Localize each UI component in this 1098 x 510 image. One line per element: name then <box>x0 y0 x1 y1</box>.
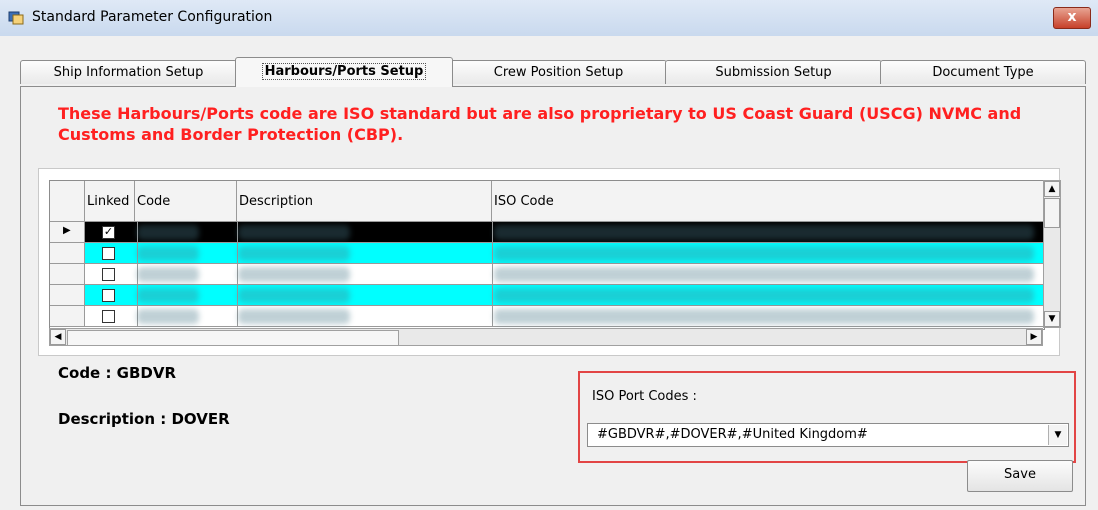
row-selector[interactable] <box>50 243 85 264</box>
redacted-cell-text <box>238 288 350 303</box>
redacted-cell-text <box>238 309 350 324</box>
redacted-cell-text <box>494 309 1034 324</box>
tab-submission[interactable]: Submission Setup <box>665 60 882 84</box>
iso-port-codes-dropdown[interactable]: #GBDVR#,#DOVER#,#United Kingdom# ▼ <box>587 423 1069 447</box>
iso-warning-text: These Harbours/Ports code are ISO standa… <box>58 104 1022 144</box>
tab-label: Submission Setup <box>715 65 832 80</box>
scroll-left-icon[interactable]: ◀ <box>50 329 66 345</box>
tab-label: Crew Position Setup <box>493 65 624 80</box>
redacted-cell-text <box>238 246 350 261</box>
scroll-down-icon[interactable]: ▼ <box>1044 311 1060 327</box>
linked-checkbox[interactable] <box>102 247 115 260</box>
iso-port-codes-value: #GBDVR#,#DOVER#,#United Kingdom# <box>597 427 868 442</box>
tab-label: Document Type <box>932 65 1034 80</box>
scroll-thumb[interactable] <box>1044 198 1060 228</box>
column-divider <box>492 243 493 264</box>
column-divider <box>492 306 493 327</box>
iso-port-codes-highlight <box>578 371 1076 463</box>
column-divider <box>492 264 493 285</box>
table-row[interactable]: ▶ ✓ <box>50 222 1044 243</box>
table-row[interactable] <box>50 243 1044 264</box>
redacted-cell-text <box>494 246 1034 261</box>
tab-strip: Ship Information Setup Harbours/Ports Se… <box>20 57 1086 87</box>
row-selector[interactable] <box>50 285 85 306</box>
chevron-down-icon[interactable]: ▼ <box>1048 425 1067 445</box>
vertical-scrollbar[interactable]: ▲ ▼ <box>1043 180 1061 328</box>
linked-checkbox[interactable] <box>102 310 115 323</box>
selected-code: Code : GBDVR <box>58 364 177 382</box>
redacted-cell-text <box>137 309 199 324</box>
title-bar: Standard Parameter Configuration x <box>0 0 1098 37</box>
tab-crew-position[interactable]: Crew Position Setup <box>450 60 667 84</box>
tab-ship-information[interactable]: Ship Information Setup <box>20 60 237 84</box>
redacted-cell-text <box>137 267 199 282</box>
column-header-code[interactable]: Code <box>135 181 237 222</box>
linked-checkbox[interactable] <box>102 289 115 302</box>
current-row-pointer-icon: ▶ <box>63 225 71 236</box>
iso-port-codes-label: ISO Port Codes : <box>592 389 697 404</box>
redacted-cell-text <box>137 225 199 240</box>
window-title: Standard Parameter Configuration <box>32 9 273 25</box>
table-row[interactable] <box>50 264 1044 285</box>
redacted-cell-text <box>494 288 1034 303</box>
tab-document-type[interactable]: Document Type <box>880 60 1086 84</box>
horizontal-scrollbar[interactable]: ◀ ▶ <box>49 328 1043 346</box>
standard-parameter-window: Standard Parameter Configuration x Ship … <box>0 0 1098 510</box>
column-divider <box>492 222 493 243</box>
redacted-cell-text <box>494 225 1034 240</box>
redacted-cell-text <box>137 246 199 261</box>
column-header-linked[interactable]: Linked <box>85 181 135 222</box>
row-selector[interactable]: ▶ <box>50 222 85 243</box>
save-button[interactable]: Save <box>967 460 1073 492</box>
horizontal-scroll-thumb[interactable] <box>67 330 399 346</box>
scroll-up-icon[interactable]: ▲ <box>1044 181 1060 197</box>
close-button[interactable]: x <box>1053 7 1091 29</box>
redacted-cell-text <box>494 267 1034 282</box>
tab-label: Ship Information Setup <box>53 65 204 80</box>
tab-harbours-ports[interactable]: Harbours/Ports Setup <box>235 57 453 87</box>
column-divider <box>492 285 493 306</box>
row-selector[interactable] <box>50 306 85 327</box>
linked-checkbox[interactable] <box>102 268 115 281</box>
tab-label: Harbours/Ports Setup <box>261 63 427 80</box>
app-icon <box>8 11 24 25</box>
selected-description: Description : DOVER <box>58 410 230 428</box>
redacted-cell-text <box>137 288 199 303</box>
row-header-corner <box>50 181 85 222</box>
linked-checkbox[interactable]: ✓ <box>102 226 115 239</box>
scroll-right-icon[interactable]: ▶ <box>1026 329 1042 345</box>
column-header-description[interactable]: Description <box>237 181 492 222</box>
redacted-cell-text <box>238 225 350 240</box>
table-row[interactable] <box>50 306 1044 327</box>
redacted-cell-text <box>238 267 350 282</box>
ports-grid: Linked Code Description ISO Code ▶ ✓ <box>49 180 1045 330</box>
column-header-iso-code[interactable]: ISO Code <box>492 181 1044 222</box>
row-selector[interactable] <box>50 264 85 285</box>
table-row[interactable] <box>50 285 1044 306</box>
